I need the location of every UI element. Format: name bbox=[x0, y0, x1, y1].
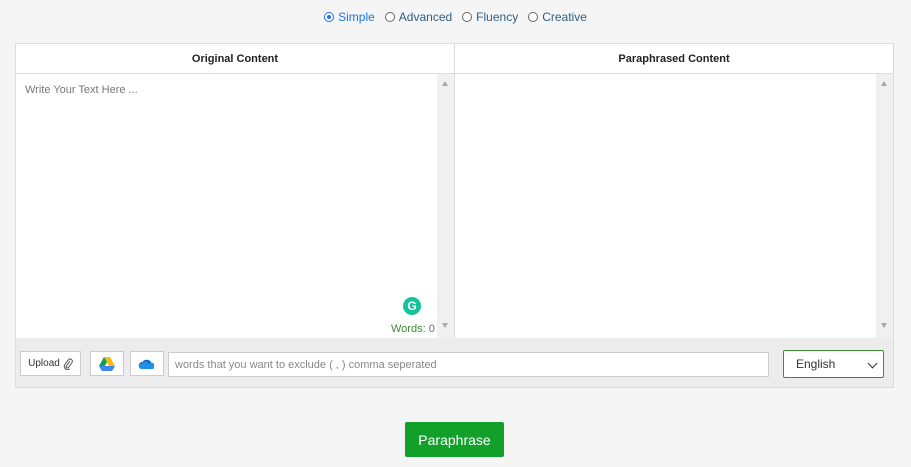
mode-selector: Simple Advanced Fluency Creative bbox=[0, 10, 911, 24]
language-select[interactable]: English bbox=[783, 350, 884, 378]
paraphrased-content-header: Paraphrased Content bbox=[455, 44, 893, 74]
bottom-toolbar: Upload English bbox=[16, 338, 893, 387]
paperclip-icon bbox=[63, 358, 73, 370]
scroll-up-arrow-icon[interactable] bbox=[442, 81, 448, 86]
paraphrased-scrollbar[interactable] bbox=[876, 74, 893, 338]
google-drive-button[interactable] bbox=[90, 351, 124, 376]
mode-fluency-radio[interactable] bbox=[462, 12, 473, 22]
original-scrollbar[interactable] bbox=[437, 74, 454, 338]
chevron-down-icon bbox=[867, 358, 878, 369]
original-content-header: Original Content bbox=[16, 44, 455, 74]
onedrive-cloud-icon bbox=[138, 359, 155, 369]
mode-creative[interactable]: Creative bbox=[528, 10, 587, 24]
mode-advanced[interactable]: Advanced bbox=[384, 10, 452, 24]
mode-advanced-radio[interactable] bbox=[384, 12, 395, 22]
mode-fluency[interactable]: Fluency bbox=[462, 10, 518, 24]
mode-simple-label[interactable]: Simple bbox=[338, 10, 375, 24]
mode-creative-label[interactable]: Creative bbox=[542, 10, 587, 24]
grammarly-icon[interactable]: G bbox=[403, 297, 421, 315]
language-selected: English bbox=[796, 357, 836, 371]
upload-button[interactable]: Upload bbox=[20, 351, 81, 376]
mode-advanced-label[interactable]: Advanced bbox=[399, 10, 452, 24]
exclude-words-input[interactable] bbox=[168, 352, 769, 377]
google-drive-icon bbox=[99, 356, 115, 371]
mode-simple-radio[interactable] bbox=[324, 12, 335, 22]
scroll-down-arrow-icon[interactable] bbox=[442, 323, 448, 328]
mode-simple[interactable]: Simple bbox=[324, 10, 375, 24]
original-text-placeholder: Write Your Text Here ... bbox=[25, 84, 138, 96]
word-count: Words: 0 bbox=[391, 323, 435, 335]
upload-label: Upload bbox=[28, 358, 60, 369]
paraphrased-text-output[interactable] bbox=[455, 74, 893, 338]
original-text-input[interactable]: Write Your Text Here ... G Words: 0 bbox=[16, 74, 455, 338]
scroll-up-arrow-icon[interactable] bbox=[881, 81, 887, 86]
mode-fluency-label[interactable]: Fluency bbox=[476, 10, 518, 24]
onedrive-button[interactable] bbox=[130, 351, 164, 376]
scroll-down-arrow-icon[interactable] bbox=[881, 323, 887, 328]
mode-creative-radio[interactable] bbox=[528, 12, 539, 22]
paraphrase-button[interactable]: Paraphrase bbox=[405, 422, 504, 457]
paraphrase-panel: Original Content Paraphrased Content Wri… bbox=[15, 43, 894, 388]
